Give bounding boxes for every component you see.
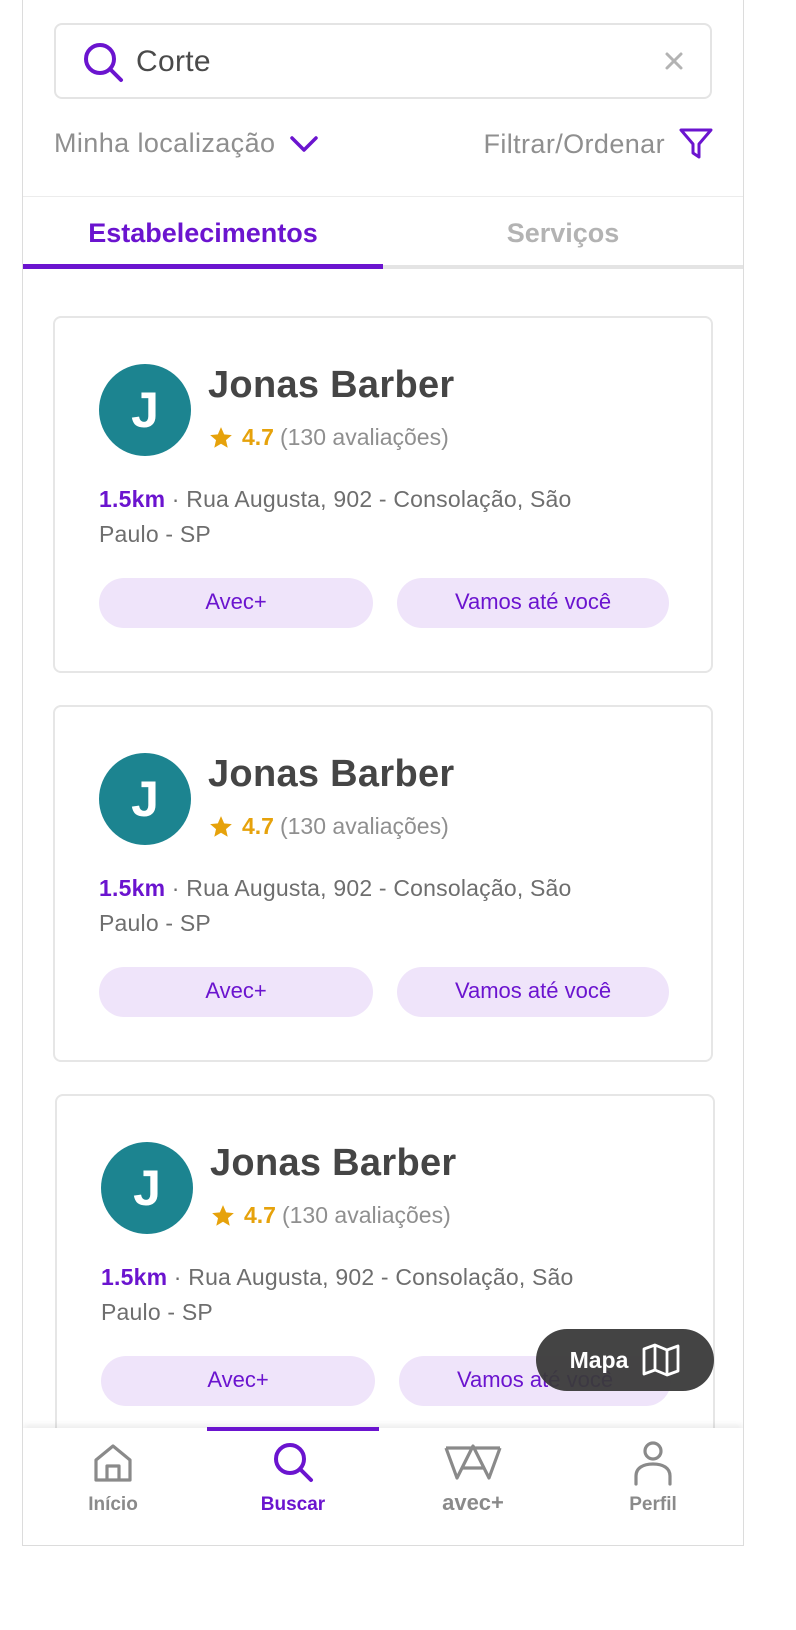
search-query-text[interactable]: Corte [136,45,211,79]
rating-score: 4.7 [242,813,274,839]
app-frame: Corte Minha localização Filtrar/Ordenar … [22,0,744,1546]
nav-buscar[interactable]: Buscar [203,1428,383,1545]
nav-perfil[interactable]: Perfil [563,1428,743,1545]
location-label: Minha localização [54,128,276,158]
user-icon [634,1441,672,1486]
filter-label: Filtrar/Ordenar [483,128,665,159]
establishment-name: Jonas Barber [208,364,455,406]
establishment-name: Jonas Barber [210,1142,457,1184]
rating: 4.7 (130 avaliações) [210,1202,451,1229]
map-button-label: Mapa [569,1346,629,1373]
rating-score: 4.7 [244,1202,276,1228]
establishment-card[interactable]: J Jonas Barber 4.7 (130 avaliações) 1.5k… [55,1094,715,1451]
map-button[interactable]: Mapa [536,1329,714,1391]
home-service-tag[interactable]: Vamos até você [397,967,669,1017]
location-selector[interactable]: Minha localização [54,128,319,159]
address: 1.5km · Rua Augusta, 902 - Consolação, S… [99,482,619,552]
rating-count: (130 avaliações) [279,424,449,450]
avec-plus-tag[interactable]: Avec+ [99,578,373,628]
map-icon [642,1343,680,1377]
establishment-card[interactable]: J Jonas Barber 4.7 (130 avaliações) 1.5k… [53,705,713,1062]
address: 1.5km · Rua Augusta, 902 - Consolação, S… [101,1260,621,1330]
star-icon [210,426,232,448]
filter-icon [679,128,713,159]
address-text: · Rua Augusta, 902 - Consolação, São Pau… [99,486,572,547]
star-icon [212,1204,234,1226]
nav-label: Perfil [629,1494,677,1515]
rating-count: (130 avaliações) [281,1202,451,1228]
distance: 1.5km [99,486,166,512]
rating-count: (130 avaliações) [279,813,449,839]
nav-label: avec+ [442,1490,504,1515]
establishment-card[interactable]: J Jonas Barber 4.7 (130 avaliações) 1.5k… [53,316,713,673]
tab-servicos[interactable]: Serviços [383,197,743,269]
close-icon[interactable] [662,49,686,73]
avec-plus-tag[interactable]: Avec+ [101,1356,375,1406]
address-text: · Rua Augusta, 902 - Consolação, São Pau… [99,875,572,936]
address-text: · Rua Augusta, 902 - Consolação, São Pau… [101,1264,574,1325]
distance: 1.5km [99,875,166,901]
avatar: J [99,364,191,456]
chevron-down-icon [290,135,319,152]
avatar: J [101,1142,193,1234]
avec-plus-tag[interactable]: Avec+ [99,967,373,1017]
avatar: J [99,753,191,845]
tab-active-indicator [23,264,383,269]
search-icon [274,1443,313,1482]
rating-score: 4.7 [242,424,274,450]
rating: 4.7 (130 avaliações) [208,424,449,451]
nav-inicio[interactable]: Início [23,1428,203,1545]
distance: 1.5km [101,1264,168,1290]
nav-label: Buscar [260,1494,326,1515]
nav-active-indicator [207,1427,379,1431]
nav-avec-plus[interactable]: avec+ [383,1428,563,1545]
avec-logo-icon [444,1444,502,1480]
address: 1.5km · Rua Augusta, 902 - Consolação, S… [99,871,619,941]
establishment-name: Jonas Barber [208,753,455,795]
filter-sort-button[interactable]: Filtrar/Ordenar [483,128,713,160]
rating: 4.7 (130 avaliações) [208,813,449,840]
results-tabs: Estabelecimentos Serviços [23,197,743,269]
search-icon [84,43,123,82]
search-input[interactable]: Corte [54,23,712,99]
home-service-tag[interactable]: Vamos até você [397,578,669,628]
bottom-navigation: Início Buscar avec+ Perfil [23,1428,743,1545]
nav-label: Início [88,1494,138,1515]
home-icon [94,1444,132,1482]
star-icon [210,815,232,837]
tab-estabelecimentos[interactable]: Estabelecimentos [23,197,383,269]
